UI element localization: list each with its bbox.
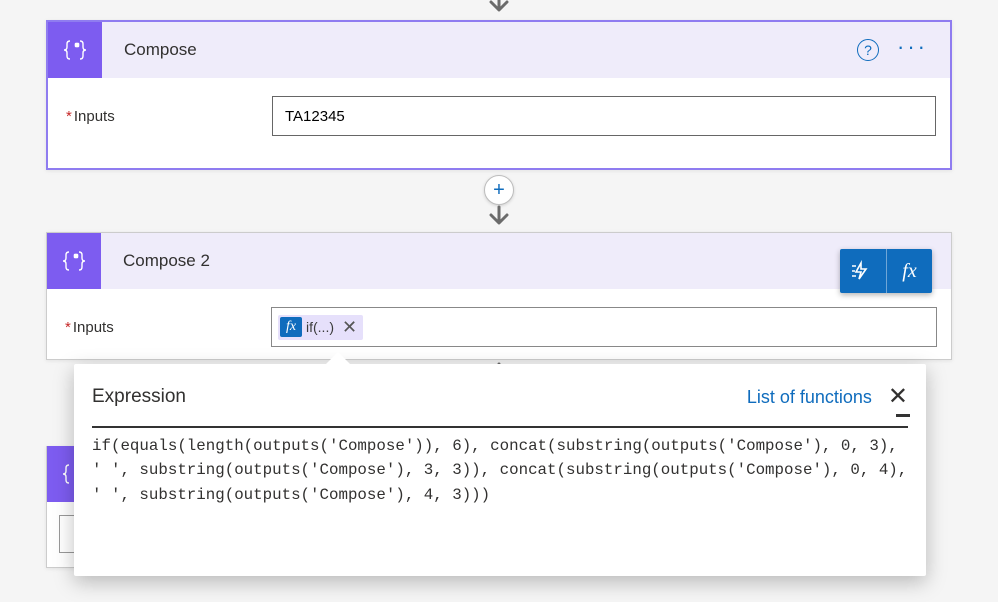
expression-panel-title: Expression: [92, 386, 747, 408]
close-icon[interactable]: ✕: [888, 385, 908, 409]
inputs-label: *Inputs: [61, 319, 251, 336]
compose-title: Compose: [102, 40, 857, 60]
expression-token[interactable]: fx if(...) ✕: [278, 315, 363, 340]
compose-icon: [47, 233, 101, 289]
compose-inputs-field[interactable]: [272, 96, 936, 136]
compose2-inputs-field[interactable]: fx if(...) ✕: [271, 307, 937, 347]
list-of-functions-link[interactable]: List of functions: [747, 387, 872, 408]
compose2-title: Compose 2: [101, 251, 951, 271]
required-indicator: *: [65, 319, 71, 336]
fx-icon: fx: [902, 260, 916, 283]
expression-editor-panel: Expression List of functions ✕ if(equals…: [74, 364, 926, 576]
more-menu-icon[interactable]: ···: [897, 41, 928, 60]
compose-icon: [48, 22, 102, 78]
expression-textarea[interactable]: if(equals(length(outputs('Compose')), 6)…: [92, 426, 908, 546]
inputs-label: *Inputs: [62, 108, 252, 125]
compose2-header[interactable]: Compose 2: [47, 233, 951, 289]
dynamic-content-button[interactable]: [840, 249, 886, 293]
dynamic-content-toolstrip: fx: [840, 249, 932, 293]
help-icon[interactable]: ?: [857, 39, 879, 61]
compose-header[interactable]: Compose ? ···: [48, 22, 950, 78]
connector-arrow-icon: [0, 0, 998, 16]
expression-token-label: if(...): [306, 319, 334, 335]
connector-arrow-icon: [485, 205, 513, 232]
remove-token-icon[interactable]: ✕: [342, 317, 357, 338]
add-step-button[interactable]: +: [484, 175, 514, 205]
expression-button[interactable]: fx: [886, 249, 932, 293]
required-indicator: *: [66, 108, 72, 125]
fx-icon: fx: [280, 317, 302, 337]
compose-action-card[interactable]: Compose ? ··· *Inputs: [46, 20, 952, 170]
compose2-action-card[interactable]: Compose 2 *Inputs fx if(...) ✕: [46, 232, 952, 360]
